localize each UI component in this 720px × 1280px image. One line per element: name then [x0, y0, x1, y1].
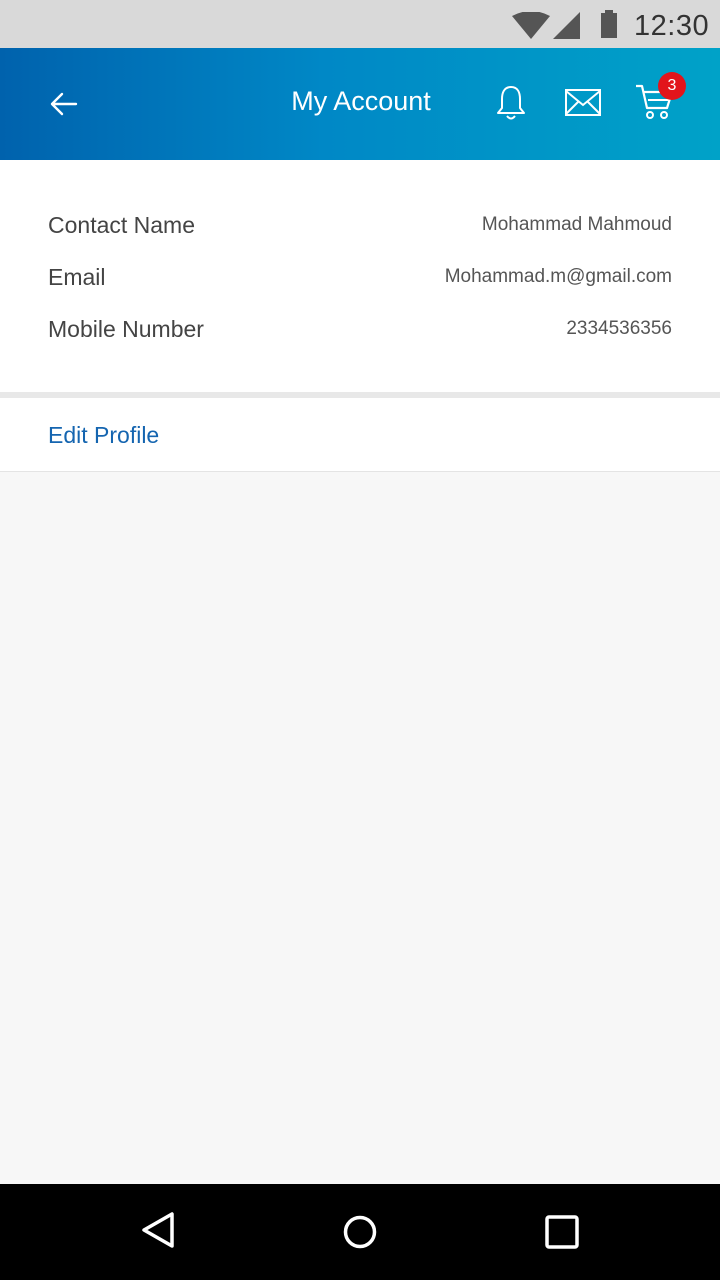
contact-name-row: Contact Name Mohammad Mahmoud [48, 212, 672, 248]
email-label: Email [48, 264, 106, 290]
cart-count-badge: 3 [658, 72, 686, 100]
email-value: Mohammad.m@gmail.com [444, 266, 672, 287]
contact-name-label: Contact Name [48, 212, 196, 238]
app-bar: My Account 3 [0, 48, 720, 160]
mobile-number-row: Mobile Number 2334536356 [48, 316, 672, 352]
system-nav-bar [0, 1184, 720, 1280]
battery-icon [601, 10, 617, 38]
edit-profile-link[interactable]: Edit Profile [48, 422, 159, 449]
email-row: Email Mohammad.m@gmail.com [48, 264, 672, 300]
signal-icon [553, 12, 580, 39]
nav-back-icon[interactable] [138, 1210, 178, 1250]
back-arrow-icon[interactable] [40, 86, 88, 122]
page-title: My Account [291, 86, 431, 116]
mobile-number-value: 2334536356 [566, 318, 672, 339]
nav-recents-icon[interactable] [544, 1214, 580, 1250]
account-details-card: Contact Name Mohammad Mahmoud Email Moha… [0, 160, 720, 392]
mail-icon[interactable] [564, 88, 602, 118]
mobile-number-label: Mobile Number [48, 316, 204, 342]
status-time: 12:30 [634, 10, 710, 42]
edit-profile-card: Edit Profile [0, 398, 720, 472]
contact-name-value: Mohammad Mahmoud [481, 214, 672, 235]
bell-icon[interactable] [494, 84, 528, 122]
status-bar: 12:30 [0, 0, 720, 48]
nav-home-icon[interactable] [340, 1212, 380, 1252]
wifi-icon [512, 12, 550, 39]
